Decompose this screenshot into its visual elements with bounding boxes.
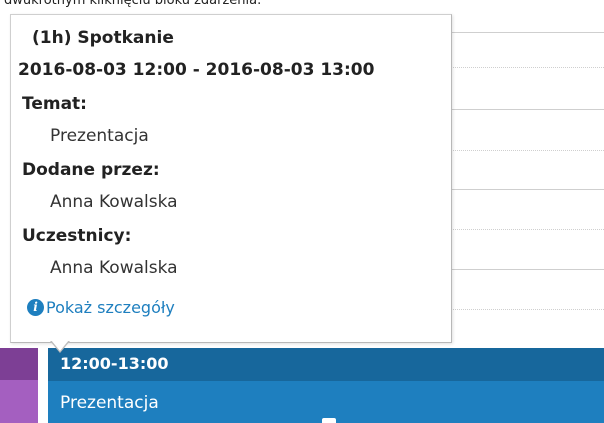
event-header: 12:00-13:00 <box>48 348 604 381</box>
grid-line <box>451 309 604 310</box>
info-icon: i <box>27 299 44 316</box>
grid-line <box>451 150 604 151</box>
participants-value: Anna Kowalska <box>50 258 178 278</box>
popup-date-range: 2016-08-03 12:00 - 2016-08-03 13:00 <box>18 60 375 80</box>
grid-line <box>451 269 604 270</box>
caption-text: dwukrotnym kliknięciu bloku zdarzenia. <box>4 0 262 8</box>
added-by-label: Dodane przez: <box>22 160 160 180</box>
event-time: 12:00-13:00 <box>60 354 169 373</box>
grid-line <box>451 32 604 33</box>
participants-label: Uczestnicy: <box>22 226 132 246</box>
grid-line <box>451 189 604 190</box>
show-details-label: Pokaż szczegóły <box>46 298 175 317</box>
popup-title: (1h) Spotkanie <box>32 28 174 48</box>
event-block[interactable]: 12:00-13:00 Prezentacja <box>48 348 604 423</box>
grid-line <box>451 67 604 68</box>
category-strip-header <box>0 348 38 380</box>
added-by-value: Anna Kowalska <box>50 192 178 212</box>
topic-label: Temat: <box>22 94 87 114</box>
popup-arrow-inner <box>51 340 69 351</box>
calendar-grid <box>451 8 604 348</box>
category-strip-body <box>0 380 38 423</box>
grid-line <box>451 229 604 230</box>
topic-value: Prezentacja <box>50 126 149 146</box>
show-details-link[interactable]: i Pokaż szczegóły <box>27 298 175 317</box>
grid-line <box>451 109 604 110</box>
category-color-strip <box>0 348 38 423</box>
event-gap <box>38 348 48 423</box>
event-resize-handle[interactable] <box>322 418 336 423</box>
event-title: Prezentacja <box>60 393 159 413</box>
